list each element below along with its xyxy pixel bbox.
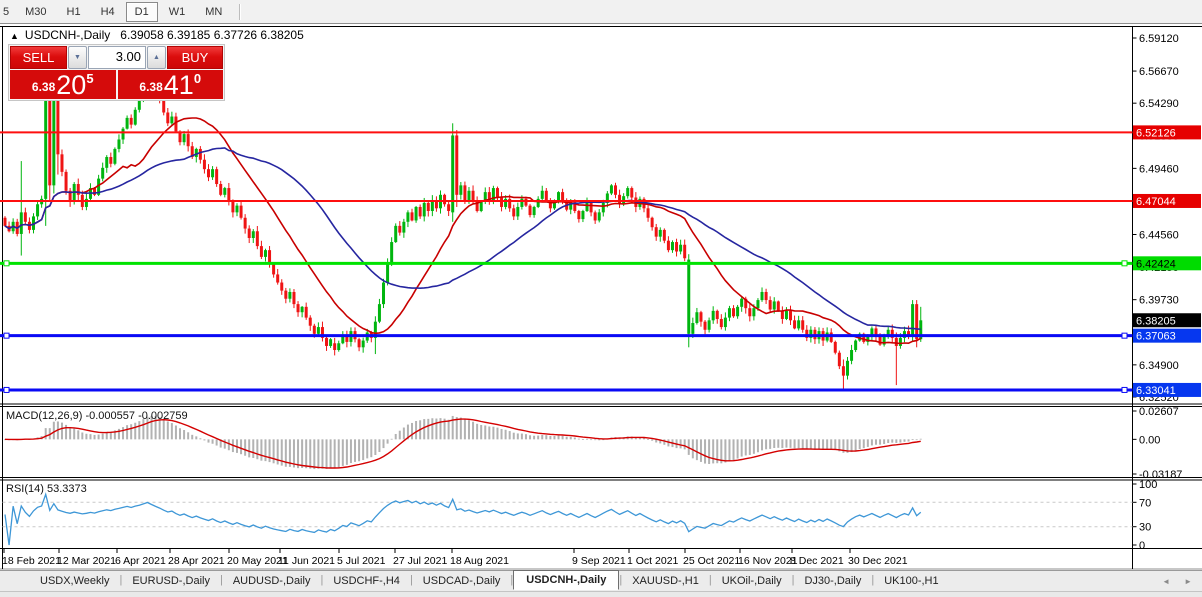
svg-text:16 Nov 2021: 16 Nov 2021 (738, 555, 798, 567)
price-axis: 6.591206.566706.542906.518806.494606.470… (1132, 33, 1182, 552)
sell-price-prefix: 6.38 (31, 80, 56, 94)
level-price-tag: 6.47044 (1133, 193, 1201, 208)
macd-indicator-label: MACD(12,26,9) -0.000557 -0.002759 (6, 410, 188, 422)
sell-price-display[interactable]: 6.38 20 5 (10, 70, 116, 99)
svg-text:11 Jun 2021: 11 Jun 2021 (278, 555, 335, 567)
volume-increase-icon[interactable]: ▲ (147, 46, 166, 69)
level-price-tag: 6.37063 (1133, 328, 1201, 343)
svg-text:6.37063: 6.37063 (1136, 331, 1176, 343)
tab-usdchf-h4[interactable]: USDCHF-,H4 (323, 571, 410, 591)
svg-text:9 Sep 2021: 9 Sep 2021 (572, 555, 626, 567)
macd-signal-line (4, 418, 921, 469)
svg-text:6.49460: 6.49460 (1139, 163, 1179, 175)
timeframe-button-h4[interactable]: H4 (92, 2, 124, 22)
mt4-terminal: 5M30H1H4D1W1MN 6.591206.566706.542906.51… (0, 0, 1202, 597)
chart-symbol-period: USDCNH-,Daily (24, 28, 111, 42)
svg-text:100: 100 (1139, 479, 1157, 491)
timeframe-button-h1[interactable]: H1 (58, 2, 90, 22)
timeframe-button-d1[interactable]: D1 (125, 1, 158, 22)
tab-usdcad-daily[interactable]: USDCAD-,Daily (413, 571, 511, 591)
svg-text:70: 70 (1139, 497, 1151, 509)
svg-text:6.44560: 6.44560 (1139, 229, 1179, 241)
one-click-trading-panel: SELL ▼ 3.00 ▲ BUY 6.38 20 5 6.38 41 0 (8, 44, 225, 101)
rsi-indicator-label: RSI(14) 53.3373 (6, 483, 87, 495)
svg-text:6.52126: 6.52126 (1136, 127, 1176, 139)
tab-xauusd-h1[interactable]: XAUUSD-,H1 (622, 571, 709, 591)
level-line-6.33041[interactable] (0, 386, 1133, 393)
svg-text:6.47044: 6.47044 (1136, 196, 1176, 208)
level-line-6.42424[interactable] (0, 260, 1133, 267)
buy-button[interactable]: BUY (167, 46, 223, 69)
tab-audusd-daily[interactable]: AUDUSD-,Daily (223, 571, 321, 591)
svg-text:0.02607: 0.02607 (1139, 406, 1179, 418)
chart-tabs-bar: USDX,Weekly | EURUSD-,Daily | AUDUSD-,Daily |… (0, 570, 1202, 591)
tab-dj30-daily[interactable]: DJ30-,Daily (794, 571, 871, 591)
tab-eurusd-daily[interactable]: EURUSD-,Daily (122, 571, 220, 591)
svg-text:1 Oct 2021: 1 Oct 2021 (627, 555, 679, 567)
timeframe-button-5[interactable]: 5 (1, 2, 14, 22)
buy-price-display[interactable]: 6.38 41 0 (117, 70, 223, 100)
svg-text:6.39730: 6.39730 (1139, 295, 1179, 307)
chart-title-bar: ▲ USDCNH-,Daily 6.39058 6.39185 6.37726 6.… (10, 28, 304, 42)
buy-price-prefix: 6.38 (139, 80, 163, 94)
svg-text:8 Dec 2021: 8 Dec 2021 (790, 555, 844, 567)
svg-text:30 Dec 2021: 30 Dec 2021 (848, 555, 908, 567)
svg-text:5 Jul 2021: 5 Jul 2021 (337, 555, 386, 567)
svg-text:0.00: 0.00 (1139, 434, 1160, 446)
toolbar-separator (239, 3, 241, 20)
svg-text:25 Oct 2021: 25 Oct 2021 (683, 555, 740, 567)
tab-scroll-arrows: ◄ ► (1162, 571, 1202, 591)
tab-ukoil-daily[interactable]: UKOil-,Daily (712, 571, 792, 591)
current-price-tag: 6.38205 (1133, 313, 1201, 328)
svg-text:6.33041: 6.33041 (1136, 385, 1176, 397)
level-price-tag: 6.52126 (1133, 125, 1201, 139)
svg-text:6.56670: 6.56670 (1139, 66, 1179, 78)
svg-text:12 Mar 2021: 12 Mar 2021 (57, 555, 116, 567)
svg-text:6.34900: 6.34900 (1139, 360, 1179, 372)
volume-decrease-icon[interactable]: ▼ (68, 46, 87, 69)
tab-usdcnh-daily[interactable]: USDCNH-,Daily (513, 570, 620, 590)
svg-text:18 Aug 2021: 18 Aug 2021 (450, 555, 509, 567)
ma-slow-line (4, 147, 921, 330)
level-price-tag: 6.33041 (1133, 382, 1201, 397)
tab-scroll-left-icon[interactable]: ◄ (1162, 577, 1170, 586)
timeframe-button-w1[interactable]: W1 (160, 2, 195, 22)
tab-usdx-weekly[interactable]: USDX,Weekly (30, 571, 119, 591)
sell-button[interactable]: SELL (10, 46, 67, 69)
svg-text:30: 30 (1139, 522, 1151, 534)
chart-collapse-icon[interactable]: ▲ (10, 31, 19, 41)
timeframe-button-m30[interactable]: M30 (16, 2, 55, 22)
buy-price-big: 41 (163, 70, 194, 100)
chart-ohlc-values: 6.39058 6.39185 6.37726 6.38205 (120, 28, 304, 42)
date-axis: 18 Feb 202112 Mar 2021 6 Apr 2021 28 Apr 2… (2, 548, 908, 567)
chart-window[interactable]: 6.591206.566706.542906.518806.494606.470… (0, 24, 1202, 570)
status-bar (0, 591, 1202, 597)
macd-histogram (4, 415, 922, 470)
tab-uk100-h1[interactable]: UK100-,H1 (874, 571, 948, 591)
svg-text:6.59120: 6.59120 (1139, 33, 1179, 45)
level-price-tag: 6.42424 (1133, 256, 1201, 271)
sell-price-sup: 5 (86, 71, 94, 86)
svg-text:6 Apr 2021: 6 Apr 2021 (115, 555, 166, 567)
level-line-6.37063[interactable] (0, 332, 1133, 339)
svg-text:6.42424: 6.42424 (1136, 258, 1176, 270)
buy-price-sup: 0 (193, 71, 202, 86)
svg-text:6.38205: 6.38205 (1136, 315, 1176, 327)
ma-fast-line (4, 117, 922, 345)
timeframe-toolbar: 5 M30 H1 H4 D1 W1 MN (0, 0, 1202, 24)
svg-text:0: 0 (1139, 540, 1145, 552)
candles-layer (3, 54, 923, 390)
sell-price-big: 20 (56, 70, 87, 100)
svg-text:6.54290: 6.54290 (1139, 98, 1179, 110)
timeframe-button-mn[interactable]: MN (196, 2, 231, 22)
svg-text:28 Apr 2021: 28 Apr 2021 (168, 555, 225, 567)
tab-scroll-right-icon[interactable]: ► (1184, 577, 1192, 586)
chart-borders (0, 26, 1202, 570)
svg-text:18 Feb 2021: 18 Feb 2021 (2, 555, 61, 567)
svg-text:27 Jul 2021: 27 Jul 2021 (393, 555, 447, 567)
price-chart-svg[interactable]: 6.591206.566706.542906.518806.494606.470… (0, 24, 1202, 570)
volume-input[interactable]: 3.00 (88, 46, 146, 69)
